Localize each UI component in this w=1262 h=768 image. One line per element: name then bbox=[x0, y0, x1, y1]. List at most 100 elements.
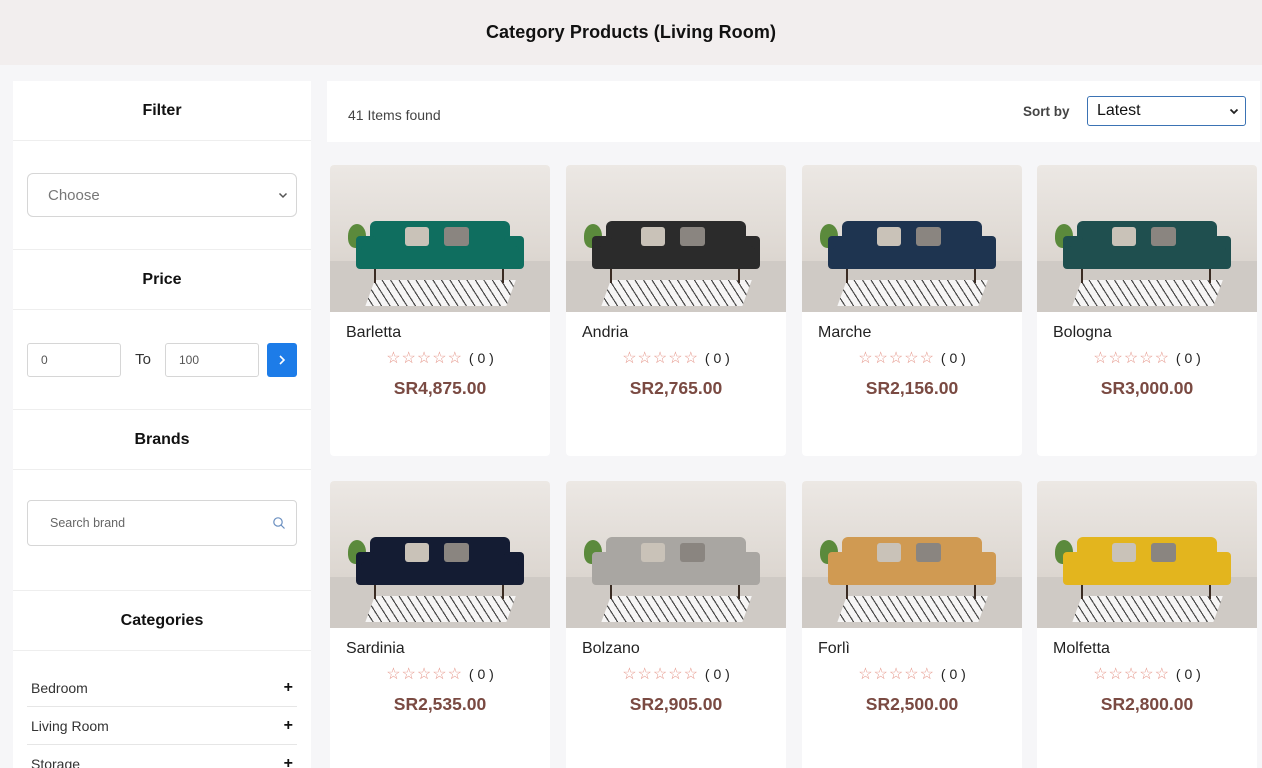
image-pillow bbox=[444, 226, 469, 246]
review-count: ( 0 ) bbox=[1175, 350, 1201, 366]
image-sofa-leg bbox=[737, 585, 740, 599]
product-rating: ☆☆☆☆☆ ( 0 ) bbox=[566, 664, 786, 684]
product-rating: ☆☆☆☆☆ ( 0 ) bbox=[1037, 348, 1257, 368]
review-count: ( 0 ) bbox=[940, 350, 966, 366]
product-rating: ☆☆☆☆☆ ( 0 ) bbox=[1037, 664, 1257, 684]
product-name[interactable]: Marche bbox=[818, 324, 1022, 342]
price-to-label: To bbox=[135, 351, 151, 368]
image-sofa-seat bbox=[596, 561, 756, 586]
image-sofa-seat bbox=[1067, 245, 1227, 270]
category-item-storage[interactable]: Storage + bbox=[27, 745, 297, 768]
product-name[interactable]: Bolzano bbox=[582, 640, 786, 658]
image-sofa-leg bbox=[1081, 585, 1083, 599]
category-label: Storage bbox=[31, 755, 81, 768]
brand-search-input[interactable]: Search brand bbox=[27, 500, 297, 546]
image-rug bbox=[364, 595, 516, 623]
image-sofa-leg bbox=[374, 585, 376, 599]
image-sofa-leg bbox=[1208, 269, 1211, 283]
product-name[interactable]: Bologna bbox=[1053, 324, 1257, 342]
product-card[interactable]: Barletta ☆☆☆☆☆ ( 0 ) SR4,875.00 bbox=[330, 165, 550, 456]
product-image[interactable] bbox=[802, 481, 1022, 628]
product-price: SR2,500.00 bbox=[865, 694, 959, 714]
product-card[interactable]: Marche ☆☆☆☆☆ ( 0 ) SR2,156.00 bbox=[802, 165, 1022, 456]
product-card[interactable]: Bologna ☆☆☆☆☆ ( 0 ) SR3,000.00 bbox=[1037, 165, 1257, 456]
product-price: SR3,000.00 bbox=[1100, 378, 1194, 398]
image-pillow bbox=[444, 542, 469, 562]
product-card[interactable]: Forlì ☆☆☆☆☆ ( 0 ) SR2,500.00 bbox=[802, 481, 1022, 768]
filter-section: Choose bbox=[13, 173, 311, 250]
image-rug bbox=[600, 595, 752, 623]
image-pillow bbox=[916, 226, 941, 246]
page-title: Category Products (Living Room) bbox=[485, 22, 777, 42]
image-sofa-leg bbox=[501, 585, 504, 599]
product-name[interactable]: Molfetta bbox=[1053, 640, 1257, 658]
review-count: ( 0 ) bbox=[704, 666, 730, 682]
price-section: 0 To 100 bbox=[13, 310, 311, 410]
review-count: ( 0 ) bbox=[704, 350, 730, 366]
star-rating-icon: ☆☆☆☆☆ bbox=[1093, 350, 1170, 367]
plus-icon[interactable]: + bbox=[284, 755, 293, 768]
star-rating-icon: ☆☆☆☆☆ bbox=[858, 666, 935, 683]
image-pillow bbox=[404, 542, 429, 562]
price-max-input[interactable]: 100 bbox=[165, 342, 259, 377]
image-sofa-leg bbox=[610, 269, 612, 283]
image-pillow bbox=[1151, 226, 1176, 246]
image-pillow bbox=[680, 226, 705, 246]
review-count: ( 0 ) bbox=[940, 666, 966, 682]
image-rug bbox=[836, 595, 988, 623]
items-found-count: 41 Items found bbox=[348, 107, 441, 123]
star-rating-icon: ☆☆☆☆☆ bbox=[622, 666, 699, 683]
filter-select[interactable]: Choose bbox=[27, 173, 297, 217]
product-image[interactable] bbox=[330, 165, 550, 312]
category-item-living-room[interactable]: Living Room + bbox=[27, 707, 297, 745]
review-count: ( 0 ) bbox=[468, 350, 494, 366]
product-card[interactable]: Sardinia ☆☆☆☆☆ ( 0 ) SR2,535.00 bbox=[330, 481, 550, 768]
plus-icon[interactable]: + bbox=[284, 679, 293, 697]
product-card[interactable]: Bolzano ☆☆☆☆☆ ( 0 ) SR2,905.00 bbox=[566, 481, 786, 768]
category-list: Bedroom + Living Room + Storage + bbox=[13, 651, 311, 768]
image-sofa-leg bbox=[501, 269, 504, 283]
image-rug bbox=[1071, 595, 1223, 623]
product-image[interactable] bbox=[802, 165, 1022, 312]
sort-select-value: Latest bbox=[1097, 102, 1141, 119]
review-count: ( 0 ) bbox=[468, 666, 494, 682]
image-sofa-seat bbox=[832, 245, 992, 270]
product-image[interactable] bbox=[1037, 481, 1257, 628]
plus-icon[interactable]: + bbox=[284, 717, 293, 735]
image-pillow bbox=[876, 542, 901, 562]
image-sofa-leg bbox=[1081, 269, 1083, 283]
product-image[interactable] bbox=[566, 165, 786, 312]
product-name[interactable]: Barletta bbox=[346, 324, 550, 342]
review-count: ( 0 ) bbox=[1175, 666, 1201, 682]
star-rating-icon: ☆☆☆☆☆ bbox=[386, 350, 463, 367]
star-rating-icon: ☆☆☆☆☆ bbox=[1093, 666, 1170, 683]
chevron-down-icon bbox=[278, 192, 288, 199]
price-min-input[interactable]: 0 bbox=[27, 342, 121, 377]
product-price: SR2,535.00 bbox=[393, 694, 487, 714]
product-name[interactable]: Forlì bbox=[818, 640, 1022, 658]
product-image[interactable] bbox=[1037, 165, 1257, 312]
image-sofa-seat bbox=[360, 245, 520, 270]
image-rug bbox=[1071, 279, 1223, 307]
image-pillow bbox=[1111, 542, 1136, 562]
image-pillow bbox=[640, 226, 665, 246]
product-image[interactable] bbox=[566, 481, 786, 628]
price-apply-button[interactable] bbox=[267, 342, 297, 377]
image-sofa-seat bbox=[832, 561, 992, 586]
product-image[interactable] bbox=[330, 481, 550, 628]
star-rating-icon: ☆☆☆☆☆ bbox=[622, 350, 699, 367]
product-price: SR4,875.00 bbox=[393, 378, 487, 398]
chevron-right-icon bbox=[279, 354, 286, 365]
product-name[interactable]: Andria bbox=[582, 324, 786, 342]
product-rating: ☆☆☆☆☆ ( 0 ) bbox=[802, 348, 1022, 368]
category-item-bedroom[interactable]: Bedroom + bbox=[27, 669, 297, 707]
image-rug bbox=[600, 279, 752, 307]
filter-heading: Filter bbox=[13, 81, 311, 141]
sort-select[interactable]: Latest bbox=[1087, 96, 1246, 126]
image-sofa-leg bbox=[1208, 585, 1211, 599]
product-name[interactable]: Sardinia bbox=[346, 640, 550, 658]
product-card[interactable]: Andria ☆☆☆☆☆ ( 0 ) SR2,765.00 bbox=[566, 165, 786, 456]
product-card[interactable]: Molfetta ☆☆☆☆☆ ( 0 ) SR2,800.00 bbox=[1037, 481, 1257, 768]
results-toolbar: 41 Items found Sort by Latest bbox=[327, 81, 1260, 142]
product-price: SR2,905.00 bbox=[629, 694, 723, 714]
